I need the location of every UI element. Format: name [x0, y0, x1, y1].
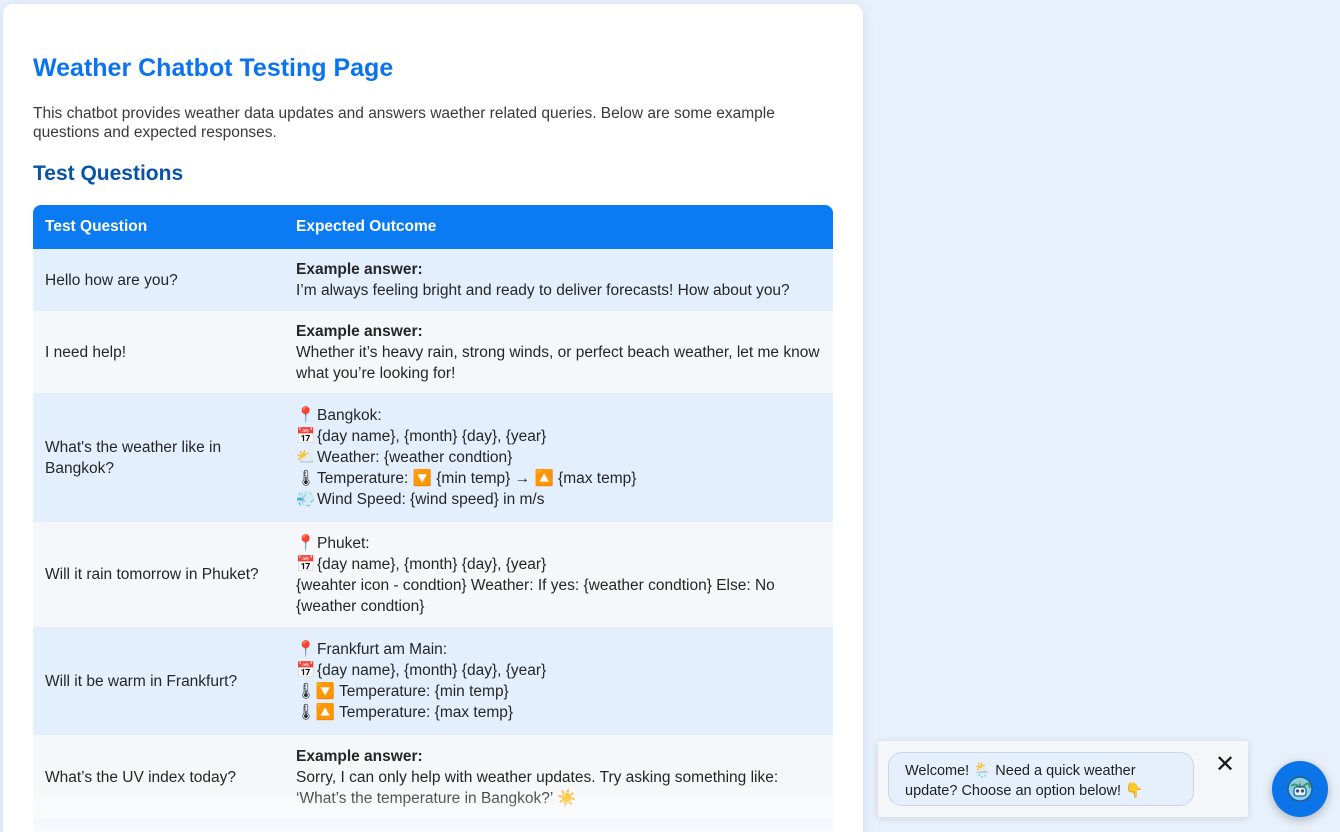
partly-cloudy-icon: ⛅ — [296, 448, 316, 466]
main-card: Weather Chatbot Testing Page This chatbo… — [3, 4, 863, 832]
question-cell: Hello how are you? — [33, 249, 284, 311]
question-cell: What’s the UV index today? — [33, 735, 284, 819]
answer-line: 📅 {day name}, {month} {day}, {year} — [296, 427, 547, 445]
answer-label: Example answer: — [296, 261, 423, 278]
answer-cell: 📍 Bangkok: 📅 {day name}, {month} {day}, {y… — [284, 393, 833, 522]
answer-line: 📅 {day name}, {month} {day}, {year} — [296, 554, 547, 573]
test-questions-table: Test Question Expected Outcome Hello how… — [33, 205, 833, 832]
question-cell — [33, 819, 284, 832]
answer-line: 📍 Bangkok: — [296, 406, 382, 424]
answer-line: 📅 {day name}, {month} {day}, {year} — [296, 661, 547, 679]
answer-cell: Example answer: I’m always feeling brigh… — [284, 249, 833, 311]
thermometer-up-icon: 🌡🔼 — [296, 704, 335, 721]
section-title: Test Questions — [33, 162, 184, 185]
calendar-icon: 📅 — [296, 554, 316, 573]
answer-cell: 📍 Phuket: 📅 {day name}, {month} {day}, {ye… — [284, 522, 833, 627]
table-row: Hello how are you? Example answer: I’m a… — [33, 249, 833, 311]
table-row: What’s the UV index today? Example answe… — [33, 735, 833, 819]
question-cell: Will it rain tomorrow in Phuket? — [33, 522, 284, 627]
question-cell: Will it be warm in Frankfurt? — [33, 627, 284, 735]
question-cell: What's the weather like in Bangkok? — [33, 393, 284, 522]
answer-line: 📍 Phuket: — [296, 533, 370, 552]
answer-cell: Example answer: Sorry, I can only help w… — [284, 735, 833, 819]
page-title: Weather Chatbot Testing Page — [33, 54, 394, 82]
thermometer-icon: 🌡 — [296, 469, 316, 487]
table-row: Will it be warm in Frankfurt? 📍 Frankfurt… — [33, 627, 833, 735]
calendar-icon: 📅 — [296, 661, 316, 679]
answer-line: 💨 Wind Speed: {wind speed} in m/s — [296, 490, 545, 508]
answer-line: 🌡Temperature: 🔽 {min temp} → 🔼 {max temp… — [296, 469, 637, 487]
chat-launcher-button[interactable] — [1272, 761, 1328, 817]
table-row — [33, 819, 833, 832]
calendar-icon: 📅 — [296, 427, 316, 445]
pin-icon: 📍 — [296, 640, 316, 658]
answer-line: {weahter icon - condtion} Weather: If ye… — [296, 576, 775, 615]
thermometer-down-icon: 🌡🔽 — [296, 683, 335, 700]
header-expected-outcome: Expected Outcome — [284, 205, 833, 249]
pin-icon: 📍 — [296, 406, 316, 424]
answer-text: I’m always feeling bright and ready to d… — [296, 282, 790, 299]
answer-label: Example answer: — [296, 322, 423, 340]
answer-line: 🌡🔽 Temperature: {min temp} — [296, 683, 509, 700]
chat-welcome-popup: Welcome! 🌦️ Need a quick weather update?… — [878, 741, 1248, 817]
table-row: Will it rain tomorrow in Phuket? 📍 Phuket… — [33, 522, 833, 627]
answer-cell: 📍 Frankfurt am Main: 📅 {day name}, {month}… — [284, 627, 833, 735]
table-header-row: Test Question Expected Outcome — [33, 205, 833, 249]
answer-line: ⛅ Weather: {weather condtion} — [296, 448, 513, 466]
page-intro: This chatbot provides weather data updat… — [33, 105, 775, 141]
wind-icon: 💨 — [296, 490, 316, 508]
answer-line: 🌡🔼 Temperature: {max temp} — [296, 704, 514, 721]
welcome-message[interactable]: Welcome! 🌦️ Need a quick weather update?… — [888, 752, 1194, 806]
answer-line: 📍 Frankfurt am Main: — [296, 640, 448, 658]
robot-globe-icon — [1287, 776, 1313, 802]
close-icon[interactable]: ✕ — [1214, 752, 1236, 776]
answer-cell — [284, 819, 833, 832]
answer-text: Sorry, I can only help with weather upda… — [296, 768, 779, 807]
answer-text: Whether it’s heavy rain, strong winds, o… — [296, 343, 820, 382]
answer-label: Example answer: — [296, 747, 423, 765]
header-test-question: Test Question — [33, 205, 284, 249]
answer-cell: Example answer: Whether it’s heavy rain,… — [284, 311, 833, 393]
pin-icon: 📍 — [296, 533, 316, 552]
question-cell: I need help! — [33, 311, 284, 393]
table-row: What's the weather like in Bangkok? 📍 Ban… — [33, 393, 833, 522]
table-row: I need help! Example answer: Whether it’… — [33, 311, 833, 393]
